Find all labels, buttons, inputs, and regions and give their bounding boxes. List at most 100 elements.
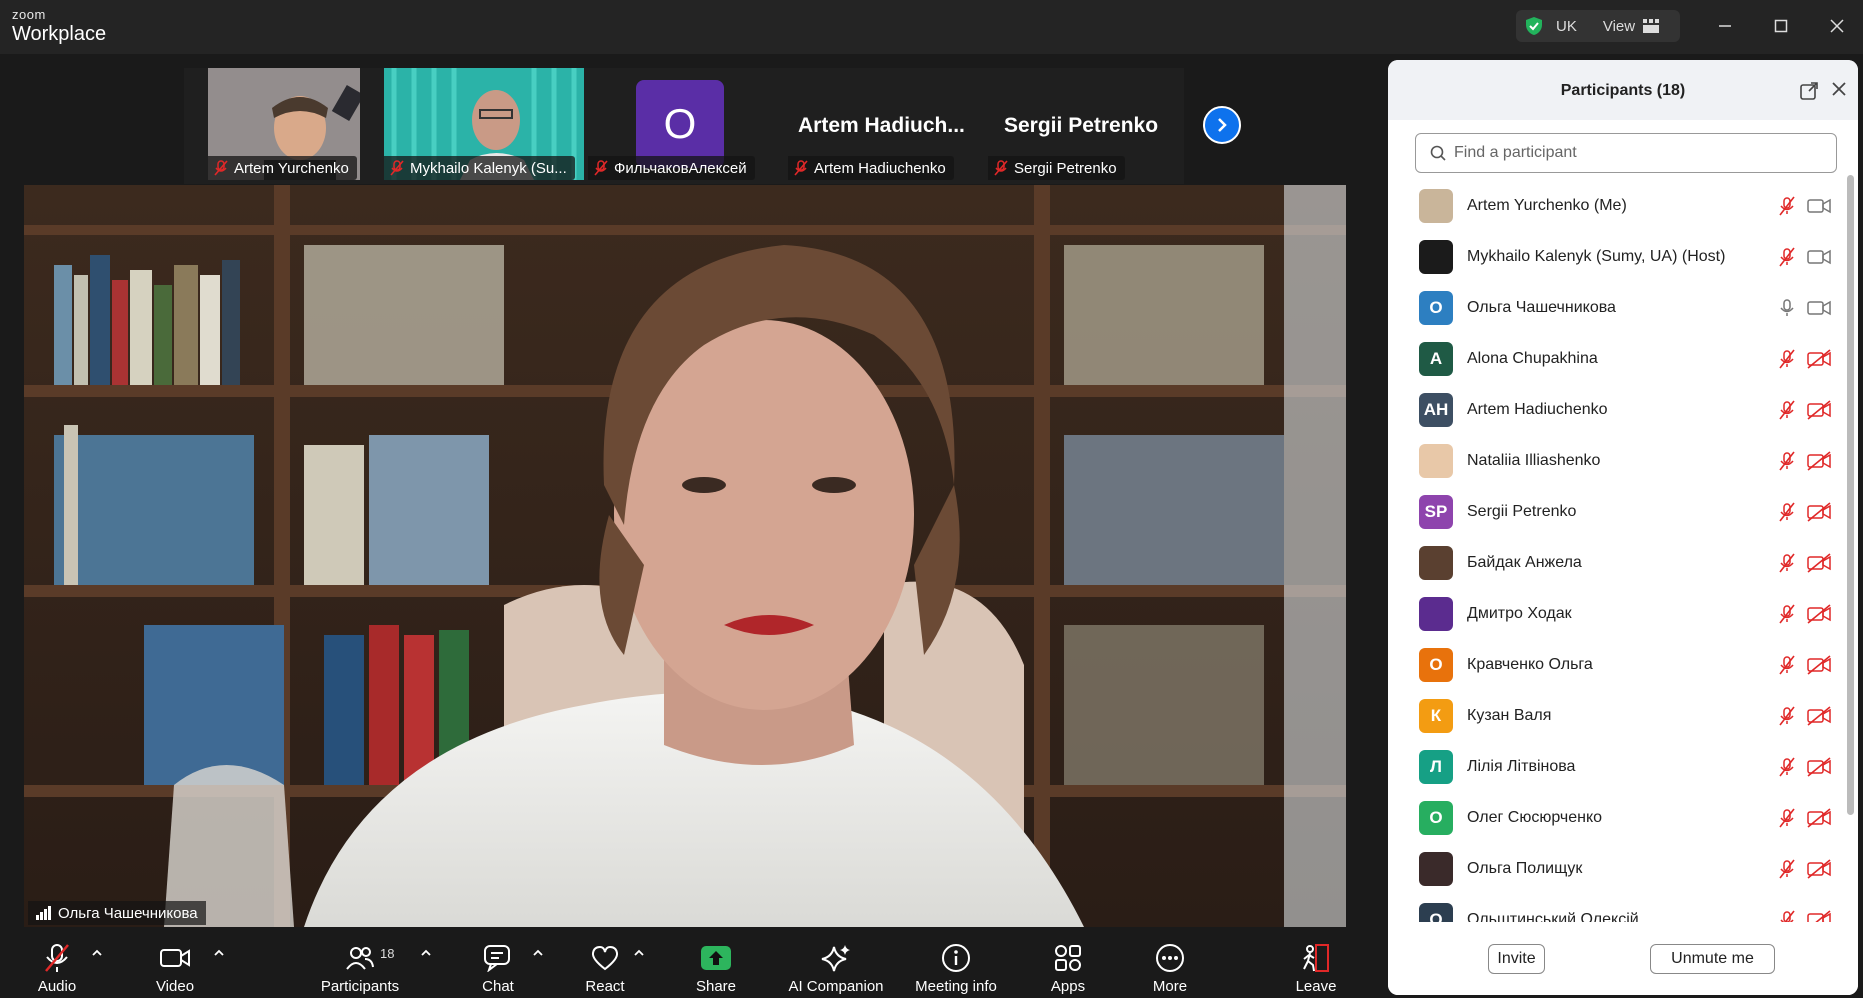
video-thumb[interactable]: Sergii Petrenko Sergii Petrenko xyxy=(988,68,1184,180)
mic-muted-icon[interactable] xyxy=(1776,195,1798,217)
participant-row[interactable]: К Кузан Валя xyxy=(1388,690,1844,741)
chat-icon xyxy=(484,945,510,972)
participant-row[interactable]: Ольга Полищук xyxy=(1388,843,1844,894)
mic-muted-icon[interactable] xyxy=(1776,501,1798,523)
participant-row[interactable]: О Ольга Чашечникова xyxy=(1388,282,1844,333)
sparkle-icon xyxy=(821,945,850,972)
mic-muted-icon[interactable] xyxy=(1776,858,1798,880)
mic-muted-icon[interactable] xyxy=(1776,399,1798,421)
react-button[interactable]: React xyxy=(584,930,626,998)
video-options-caret-icon[interactable] xyxy=(212,948,226,958)
participant-row[interactable]: Дмитро Ходак xyxy=(1388,588,1844,639)
maximize-button[interactable] xyxy=(1766,12,1796,40)
invite-button[interactable]: Invite xyxy=(1488,944,1545,974)
video-off-icon[interactable] xyxy=(1806,603,1832,625)
region-label[interactable]: UK xyxy=(1556,18,1577,35)
mic-icon[interactable] xyxy=(1776,297,1798,319)
leave-door-icon xyxy=(1303,944,1329,972)
participants-button[interactable]: Participants xyxy=(318,930,402,998)
participant-search-input[interactable] xyxy=(1454,144,1814,162)
heart-icon xyxy=(591,945,619,971)
participant-row[interactable]: О Олег Сюсюрченко xyxy=(1388,792,1844,843)
video-off-icon[interactable] xyxy=(1806,501,1832,523)
mic-muted-icon[interactable] xyxy=(1776,807,1798,829)
popout-icon[interactable] xyxy=(1800,82,1818,100)
video-thumbnail-strip: Artem Yurchenko Mykhailo Kalenyk (Su... … xyxy=(184,68,1184,184)
participant-row[interactable]: Байдак Анжела xyxy=(1388,537,1844,588)
mic-muted-icon[interactable] xyxy=(1776,705,1798,727)
mic-muted-icon[interactable] xyxy=(1776,909,1798,922)
video-off-icon[interactable] xyxy=(1806,552,1832,574)
video-thumb[interactable]: О ФильчаковАлексей xyxy=(588,68,778,180)
mic-muted-icon[interactable] xyxy=(1776,246,1798,268)
meeting-info-label: Meeting info xyxy=(915,978,997,995)
view-button[interactable]: View xyxy=(1603,18,1660,35)
participant-avatar: О xyxy=(1419,800,1453,835)
mic-muted-icon[interactable] xyxy=(1776,756,1798,778)
participant-row[interactable]: Л Лілія Літвінова xyxy=(1388,741,1844,792)
mic-muted-icon[interactable] xyxy=(1776,603,1798,625)
participant-name: Ольштинський Олексій xyxy=(1467,910,1639,923)
mic-muted-icon[interactable] xyxy=(1776,348,1798,370)
video-off-icon[interactable] xyxy=(1806,654,1832,676)
participant-row[interactable]: О Кравченко Ольга xyxy=(1388,639,1844,690)
active-speaker-video[interactable]: Ольга Чашечникова xyxy=(24,185,1346,927)
thumb-name-tag: Sergii Petrenko xyxy=(988,156,1125,180)
audio-options-caret-icon[interactable] xyxy=(90,948,104,958)
meeting-info-button[interactable]: Meeting info xyxy=(910,930,1002,998)
thumb-name: Sergii Petrenko xyxy=(1014,159,1117,177)
video-off-icon[interactable] xyxy=(1806,705,1832,727)
video-off-icon[interactable] xyxy=(1806,399,1832,421)
brand-big: Workplace xyxy=(12,23,107,45)
video-thumb[interactable]: Mykhailo Kalenyk (Su... xyxy=(384,68,584,180)
participant-avatar: SP xyxy=(1419,494,1453,529)
video-thumb[interactable]: Artem Hadiuch... Artem Hadiuchenko xyxy=(788,68,984,180)
brand-small: zoom xyxy=(12,7,46,22)
ai-companion-button[interactable]: AI Companion xyxy=(784,930,888,998)
chat-button[interactable]: Chat xyxy=(478,930,518,998)
thumb-name-tag: Artem Hadiuchenko xyxy=(788,156,954,180)
video-thumb[interactable]: Artem Yurchenko xyxy=(208,68,360,180)
mic-muted-icon[interactable] xyxy=(1776,450,1798,472)
more-button[interactable]: More xyxy=(1148,930,1192,998)
apps-button[interactable]: Apps xyxy=(1048,930,1088,998)
chat-options-caret-icon[interactable] xyxy=(531,948,545,958)
participant-list-scrollbar[interactable] xyxy=(1847,175,1854,815)
video-off-icon[interactable] xyxy=(1806,858,1832,880)
close-window-button[interactable] xyxy=(1822,12,1852,40)
unmute-me-button[interactable]: Unmute me xyxy=(1650,944,1775,974)
audio-button[interactable]: Audio xyxy=(32,930,82,998)
participant-row[interactable]: SP Sergii Petrenko xyxy=(1388,486,1844,537)
participant-search-box[interactable] xyxy=(1415,133,1837,173)
mic-muted-icon[interactable] xyxy=(1776,654,1798,676)
close-panel-icon[interactable] xyxy=(1830,80,1848,98)
participant-row[interactable]: AH Artem Hadiuchenko xyxy=(1388,384,1844,435)
video-camera-icon[interactable] xyxy=(1806,195,1832,217)
mic-muted-icon[interactable] xyxy=(1776,552,1798,574)
participant-name: Кузан Валя xyxy=(1467,706,1552,724)
participant-row[interactable]: О Ольштинський Олексій xyxy=(1388,894,1844,922)
leave-button[interactable]: Leave xyxy=(1296,930,1336,998)
video-off-icon[interactable] xyxy=(1806,450,1832,472)
participant-row[interactable]: Artem Yurchenko (Me) xyxy=(1388,180,1844,231)
close-icon xyxy=(1830,19,1844,33)
video-camera-icon[interactable] xyxy=(1806,246,1832,268)
video-off-icon[interactable] xyxy=(1806,909,1832,922)
participants-options-caret-icon[interactable] xyxy=(419,948,433,958)
participant-row[interactable]: Mykhailo Kalenyk (Sumy, UA) (Host) xyxy=(1388,231,1844,282)
next-page-button[interactable] xyxy=(1203,106,1241,144)
video-off-icon[interactable] xyxy=(1806,756,1832,778)
video-off-icon[interactable] xyxy=(1806,807,1832,829)
participants-panel: Participants (18) Artem Yurchenko (Me) My… xyxy=(1388,60,1858,995)
shield-check-icon[interactable] xyxy=(1524,16,1544,36)
grid-icon xyxy=(1643,19,1660,33)
video-off-icon[interactable] xyxy=(1806,348,1832,370)
video-camera-icon[interactable] xyxy=(1806,297,1832,319)
participant-row[interactable]: A Alona Chupakhina xyxy=(1388,333,1844,384)
video-button[interactable]: Video xyxy=(150,930,200,998)
share-button[interactable]: Share xyxy=(694,930,738,998)
participant-avatar xyxy=(1419,545,1453,580)
minimize-button[interactable] xyxy=(1710,12,1740,40)
react-options-caret-icon[interactable] xyxy=(632,948,646,958)
participant-row[interactable]: Nataliia Illiashenko xyxy=(1388,435,1844,486)
